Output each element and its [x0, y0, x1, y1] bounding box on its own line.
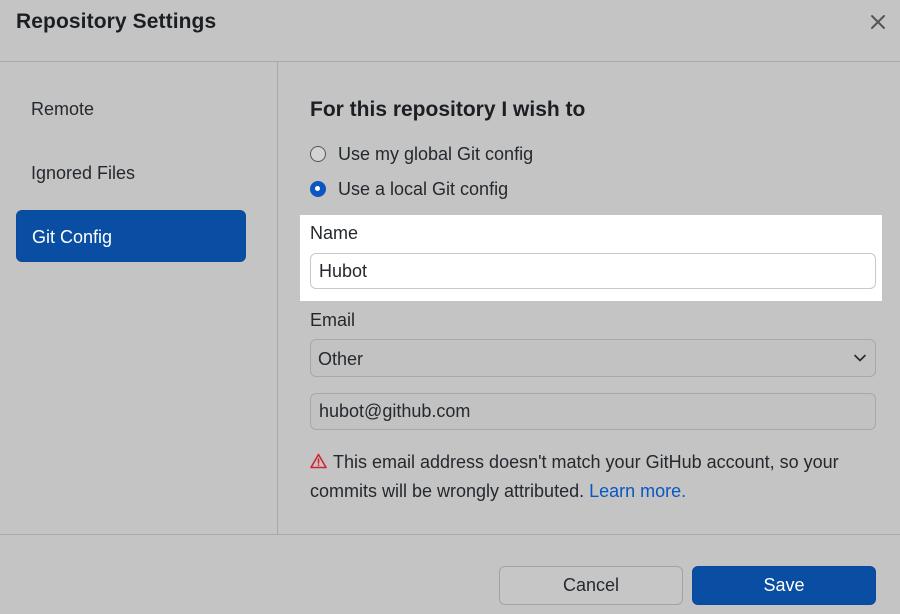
warning-icon — [310, 449, 327, 469]
section-title: For this repository I wish to — [310, 98, 586, 121]
local-config-radio[interactable] — [310, 181, 326, 197]
cancel-button[interactable]: Cancel — [499, 566, 683, 605]
sidebar-item-label: Git Config — [32, 227, 113, 247]
sidebar-item-ignored-files[interactable]: Ignored Files — [16, 147, 246, 199]
global-config-radio[interactable] — [310, 146, 326, 162]
email-warning: This email address doesn't match your Gi… — [310, 448, 870, 506]
global-config-option[interactable]: Use my global Git config — [310, 142, 533, 166]
warning-text: This email address doesn't match your Gi… — [310, 452, 839, 501]
save-button[interactable]: Save — [692, 566, 876, 605]
email-input[interactable] — [310, 393, 876, 430]
sidebar-item-remote[interactable]: Remote — [16, 83, 246, 135]
email-select-value: Other — [318, 349, 364, 369]
dialog-header: Repository Settings — [0, 0, 900, 62]
learn-more-link[interactable]: Learn more. — [589, 481, 686, 501]
settings-sidebar: Remote Ignored Files Git Config — [0, 62, 278, 534]
local-config-label: Use a local Git config — [338, 178, 509, 199]
sidebar-item-label: Ignored Files — [31, 163, 136, 183]
chevron-down-icon — [853, 351, 867, 365]
git-config-panel: For this repository I wish to Use my glo… — [278, 62, 900, 534]
dialog-footer: Cancel Save — [0, 534, 900, 614]
name-field-group: Name — [300, 215, 882, 301]
close-icon[interactable] — [866, 10, 890, 34]
email-select[interactable]: Other — [310, 339, 876, 377]
global-config-label: Use my global Git config — [338, 143, 534, 164]
sidebar-item-label: Remote — [31, 99, 95, 119]
name-input[interactable] — [310, 253, 876, 289]
repository-settings-dialog: Repository Settings Remote Ignored Files… — [0, 0, 900, 614]
email-label: Email — [310, 310, 356, 330]
sidebar-item-git-config[interactable]: Git Config — [16, 210, 246, 262]
name-label: Name — [310, 223, 359, 243]
local-config-option[interactable]: Use a local Git config — [310, 177, 508, 201]
dialog-title: Repository Settings — [16, 10, 217, 33]
